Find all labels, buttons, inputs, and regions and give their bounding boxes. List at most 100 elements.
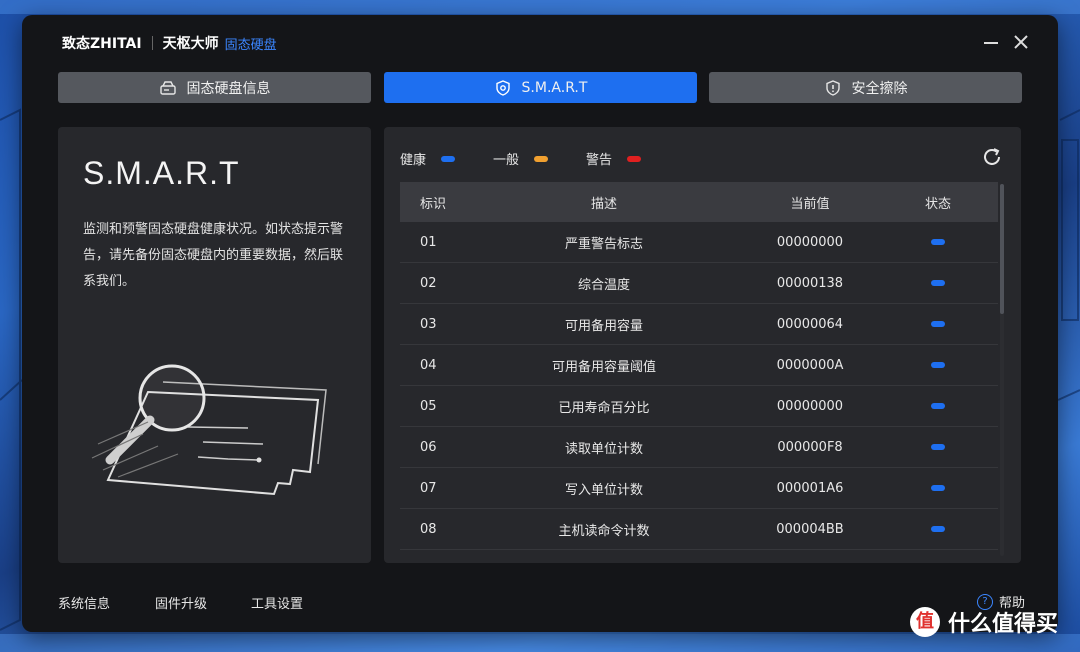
table-header: 标识 描述 当前值 状态 (400, 182, 998, 222)
status-indicator (931, 239, 945, 245)
brand-logo: 致态ZHITAI (62, 36, 142, 52)
row-current-value: 000004BB (776, 521, 844, 537)
title-bar: 致态ZHITAI 天枢大师 固态硬盘 (22, 15, 1058, 71)
status-legend: 健康 一般 警告 (400, 149, 679, 168)
smart-intro-panel: S.M.A.R.T 监测和预警固态硬盘健康状况。如状态提示警告，请先备份固态硬盘… (58, 127, 371, 563)
header-current-value: 当前值 (790, 196, 830, 212)
app-window: 致态ZHITAI 天枢大师 固态硬盘 固态硬盘信息 S.M.A.R.T 安全擦除… (22, 15, 1058, 632)
row-id: 04 (420, 357, 437, 373)
row-description: 综合温度 (577, 277, 630, 293)
row-description: 写入单位计数 (564, 482, 643, 498)
row-id: 01 (420, 234, 437, 250)
row-status (878, 403, 998, 409)
tab-ssd-info[interactable]: 固态硬盘信息 (58, 72, 371, 103)
table-row: 09 (400, 550, 998, 562)
status-indicator (931, 321, 945, 327)
smart-table-panel: 健康 一般 警告 标识 描述 当前值 状态 01 严重警告标志 00000000 02… (384, 127, 1021, 563)
app-subtitle: 固态硬盘 (224, 37, 277, 53)
status-indicator (931, 280, 945, 286)
row-current-value: 00000064 (776, 316, 844, 332)
table-row: 03 可用备用容量 00000064 (400, 304, 998, 345)
status-indicator (931, 362, 945, 368)
row-description: 已用寿命百分比 (558, 400, 650, 416)
scrollbar-thumb[interactable] (1000, 184, 1004, 314)
row-id: 08 (420, 521, 437, 537)
row-description: 严重警告标志 (564, 236, 643, 252)
row-status (878, 280, 998, 286)
tab-secure-erase[interactable]: 安全擦除 (709, 72, 1022, 103)
table-row: 02 综合温度 00000138 (400, 263, 998, 304)
table-row: 05 已用寿命百分比 00000000 (400, 386, 998, 427)
refresh-button[interactable] (981, 146, 1003, 168)
row-description: 可用备用容量 (564, 318, 643, 334)
table-row: 04 可用备用容量阈值 0000000A (400, 345, 998, 386)
row-id: 05 (420, 398, 437, 414)
close-button[interactable] (1010, 31, 1032, 53)
footer-system-info[interactable]: 系统信息 (58, 593, 110, 612)
app-name: 天枢大师 (162, 36, 219, 52)
status-indicator (931, 444, 945, 450)
row-id: 03 (420, 316, 437, 332)
row-current-value: 00000138 (776, 275, 844, 291)
legend-normal-label: 一般 (493, 153, 520, 168)
status-indicator (931, 403, 945, 409)
footer-firmware-upgrade[interactable]: 固件升级 (155, 593, 207, 612)
tab-smart-label: S.M.A.R.T (521, 79, 588, 96)
tab-smart[interactable]: S.M.A.R.T (384, 72, 697, 103)
row-description: 可用备用容量阈值 (551, 359, 656, 375)
row-status (878, 362, 998, 368)
row-description: 主机读命令计数 (558, 523, 650, 539)
minimize-icon (984, 42, 998, 44)
tab-ssd-info-label: 固态硬盘信息 (186, 80, 271, 97)
header-id: 标识 (420, 196, 447, 212)
shield-alert-icon (824, 79, 842, 97)
minimize-button[interactable] (980, 31, 1002, 53)
row-id: 02 (420, 275, 437, 291)
drive-icon (159, 79, 177, 97)
header-status: 状态 (924, 196, 951, 212)
smart-table: 标识 描述 当前值 状态 01 严重警告标志 00000000 02 综合温度 00000… (400, 182, 998, 562)
table-row: 07 写入单位计数 000001A6 (400, 468, 998, 509)
status-indicator (931, 485, 945, 491)
watermark-text: 什么值得买 (948, 612, 1059, 637)
row-status (878, 526, 998, 532)
row-status (878, 239, 998, 245)
legend-normal-swatch (534, 155, 549, 162)
row-id: 06 (420, 439, 437, 455)
legend-warning: 警告 (586, 149, 642, 168)
magnifier-ssd-illustration (91, 364, 327, 496)
row-status (878, 321, 998, 327)
brand-divider (151, 36, 153, 50)
legend-healthy-label: 健康 (400, 153, 427, 168)
row-status (878, 485, 998, 491)
brand: 致态ZHITAI 天枢大师 固态硬盘 (62, 33, 277, 53)
panel-description: 监测和预警固态硬盘健康状况。如状态提示警告，请先备份固态硬盘内的重要数据，然后联… (83, 222, 344, 289)
close-icon (1014, 35, 1028, 49)
row-current-value: 000000F8 (777, 439, 843, 455)
table-row: 01 严重警告标志 00000000 (400, 222, 998, 263)
legend-warning-label: 警告 (586, 153, 613, 168)
row-current-value: 00000000 (776, 234, 844, 250)
watermark-logo: 值 (910, 607, 940, 637)
refresh-icon (984, 148, 1000, 165)
legend-healthy: 健康 (400, 149, 456, 168)
table-row: 06 读取单位计数 000000F8 (400, 427, 998, 468)
row-status (878, 444, 998, 450)
row-current-value: 0000000A (776, 357, 844, 373)
header-description: 描述 (590, 196, 617, 212)
table-body: 01 严重警告标志 00000000 02 综合温度 00000138 03 可用备用容量 00… (400, 222, 998, 562)
footer-tool-settings[interactable]: 工具设置 (251, 593, 303, 612)
row-current-value: 00000000 (776, 398, 844, 414)
legend-normal: 一般 (493, 149, 549, 168)
row-current-value: 000001A6 (776, 480, 844, 496)
legend-warning-swatch (627, 155, 642, 162)
site-watermark: 值 什么值得买 (910, 606, 1058, 638)
tab-secure-erase-label: 安全擦除 (851, 80, 908, 97)
shield-icon (494, 79, 512, 97)
table-row: 08 主机读命令计数 000004BB (400, 509, 998, 550)
row-id: 07 (420, 480, 437, 496)
legend-healthy-swatch (441, 155, 456, 162)
panel-title: S.M.A.R.T (83, 155, 240, 191)
row-description: 读取单位计数 (564, 441, 643, 457)
status-indicator (931, 526, 945, 532)
